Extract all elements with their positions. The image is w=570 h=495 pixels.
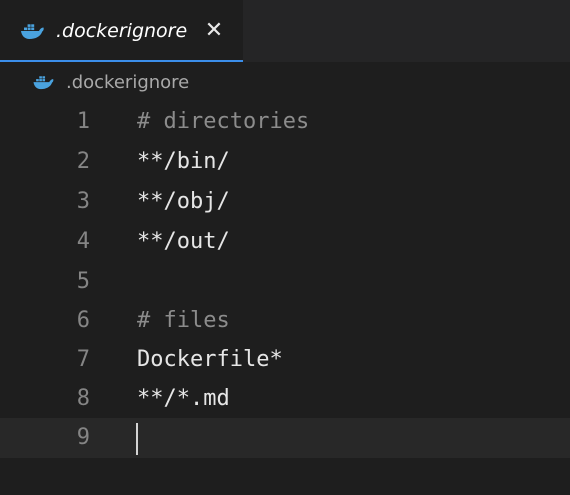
line-number: 2 xyxy=(76,149,90,174)
line-number: 8 xyxy=(76,386,90,411)
line-number: 1 xyxy=(76,109,90,134)
line-text[interactable]: **/out/ xyxy=(137,222,230,262)
docker-icon xyxy=(20,24,46,40)
code-line[interactable]: 8 **/*.md xyxy=(0,379,570,419)
code-editor[interactable]: 1 # directories 2 **/bin/ 3 **/obj/ 4 **… xyxy=(0,102,570,495)
code-line[interactable]: 7 Dockerfile* xyxy=(0,340,570,380)
editor-window: .dockerignore ✕ .dockerignore 1 # direct… xyxy=(0,0,570,495)
current-line[interactable]: 9 xyxy=(0,418,570,458)
text-cursor xyxy=(136,423,138,455)
line-number: 9 xyxy=(76,425,90,450)
tab-bar: .dockerignore ✕ xyxy=(0,0,570,62)
line-text[interactable]: Dockerfile* xyxy=(137,340,283,380)
close-icon[interactable]: ✕ xyxy=(203,18,225,44)
code-line[interactable]: 4 **/out/ xyxy=(0,222,570,262)
tab-label: .dockerignore xyxy=(56,20,188,42)
line-number: 6 xyxy=(76,308,90,333)
breadcrumb: .dockerignore xyxy=(0,62,570,102)
docker-icon xyxy=(32,75,56,90)
tab-dockerignore[interactable]: .dockerignore ✕ xyxy=(0,0,243,62)
line-number: 7 xyxy=(76,347,90,372)
code-line[interactable]: 2 **/bin/ xyxy=(0,142,570,182)
code-line[interactable]: 5 xyxy=(0,262,570,302)
line-text[interactable]: # directories xyxy=(137,102,309,142)
line-text[interactable]: **/*.md xyxy=(137,379,230,419)
code-line[interactable]: 1 # directories xyxy=(0,102,570,142)
line-number: 5 xyxy=(76,269,90,294)
line-number: 4 xyxy=(76,229,90,254)
line-text[interactable]: **/bin/ xyxy=(137,142,230,182)
code-line[interactable]: 6 # files xyxy=(0,301,570,341)
line-text[interactable]: # files xyxy=(137,301,230,341)
line-number: 3 xyxy=(76,189,90,214)
breadcrumb-file[interactable]: .dockerignore xyxy=(66,70,189,96)
code-line[interactable]: 3 **/obj/ xyxy=(0,182,570,222)
line-text[interactable]: **/obj/ xyxy=(137,182,230,222)
